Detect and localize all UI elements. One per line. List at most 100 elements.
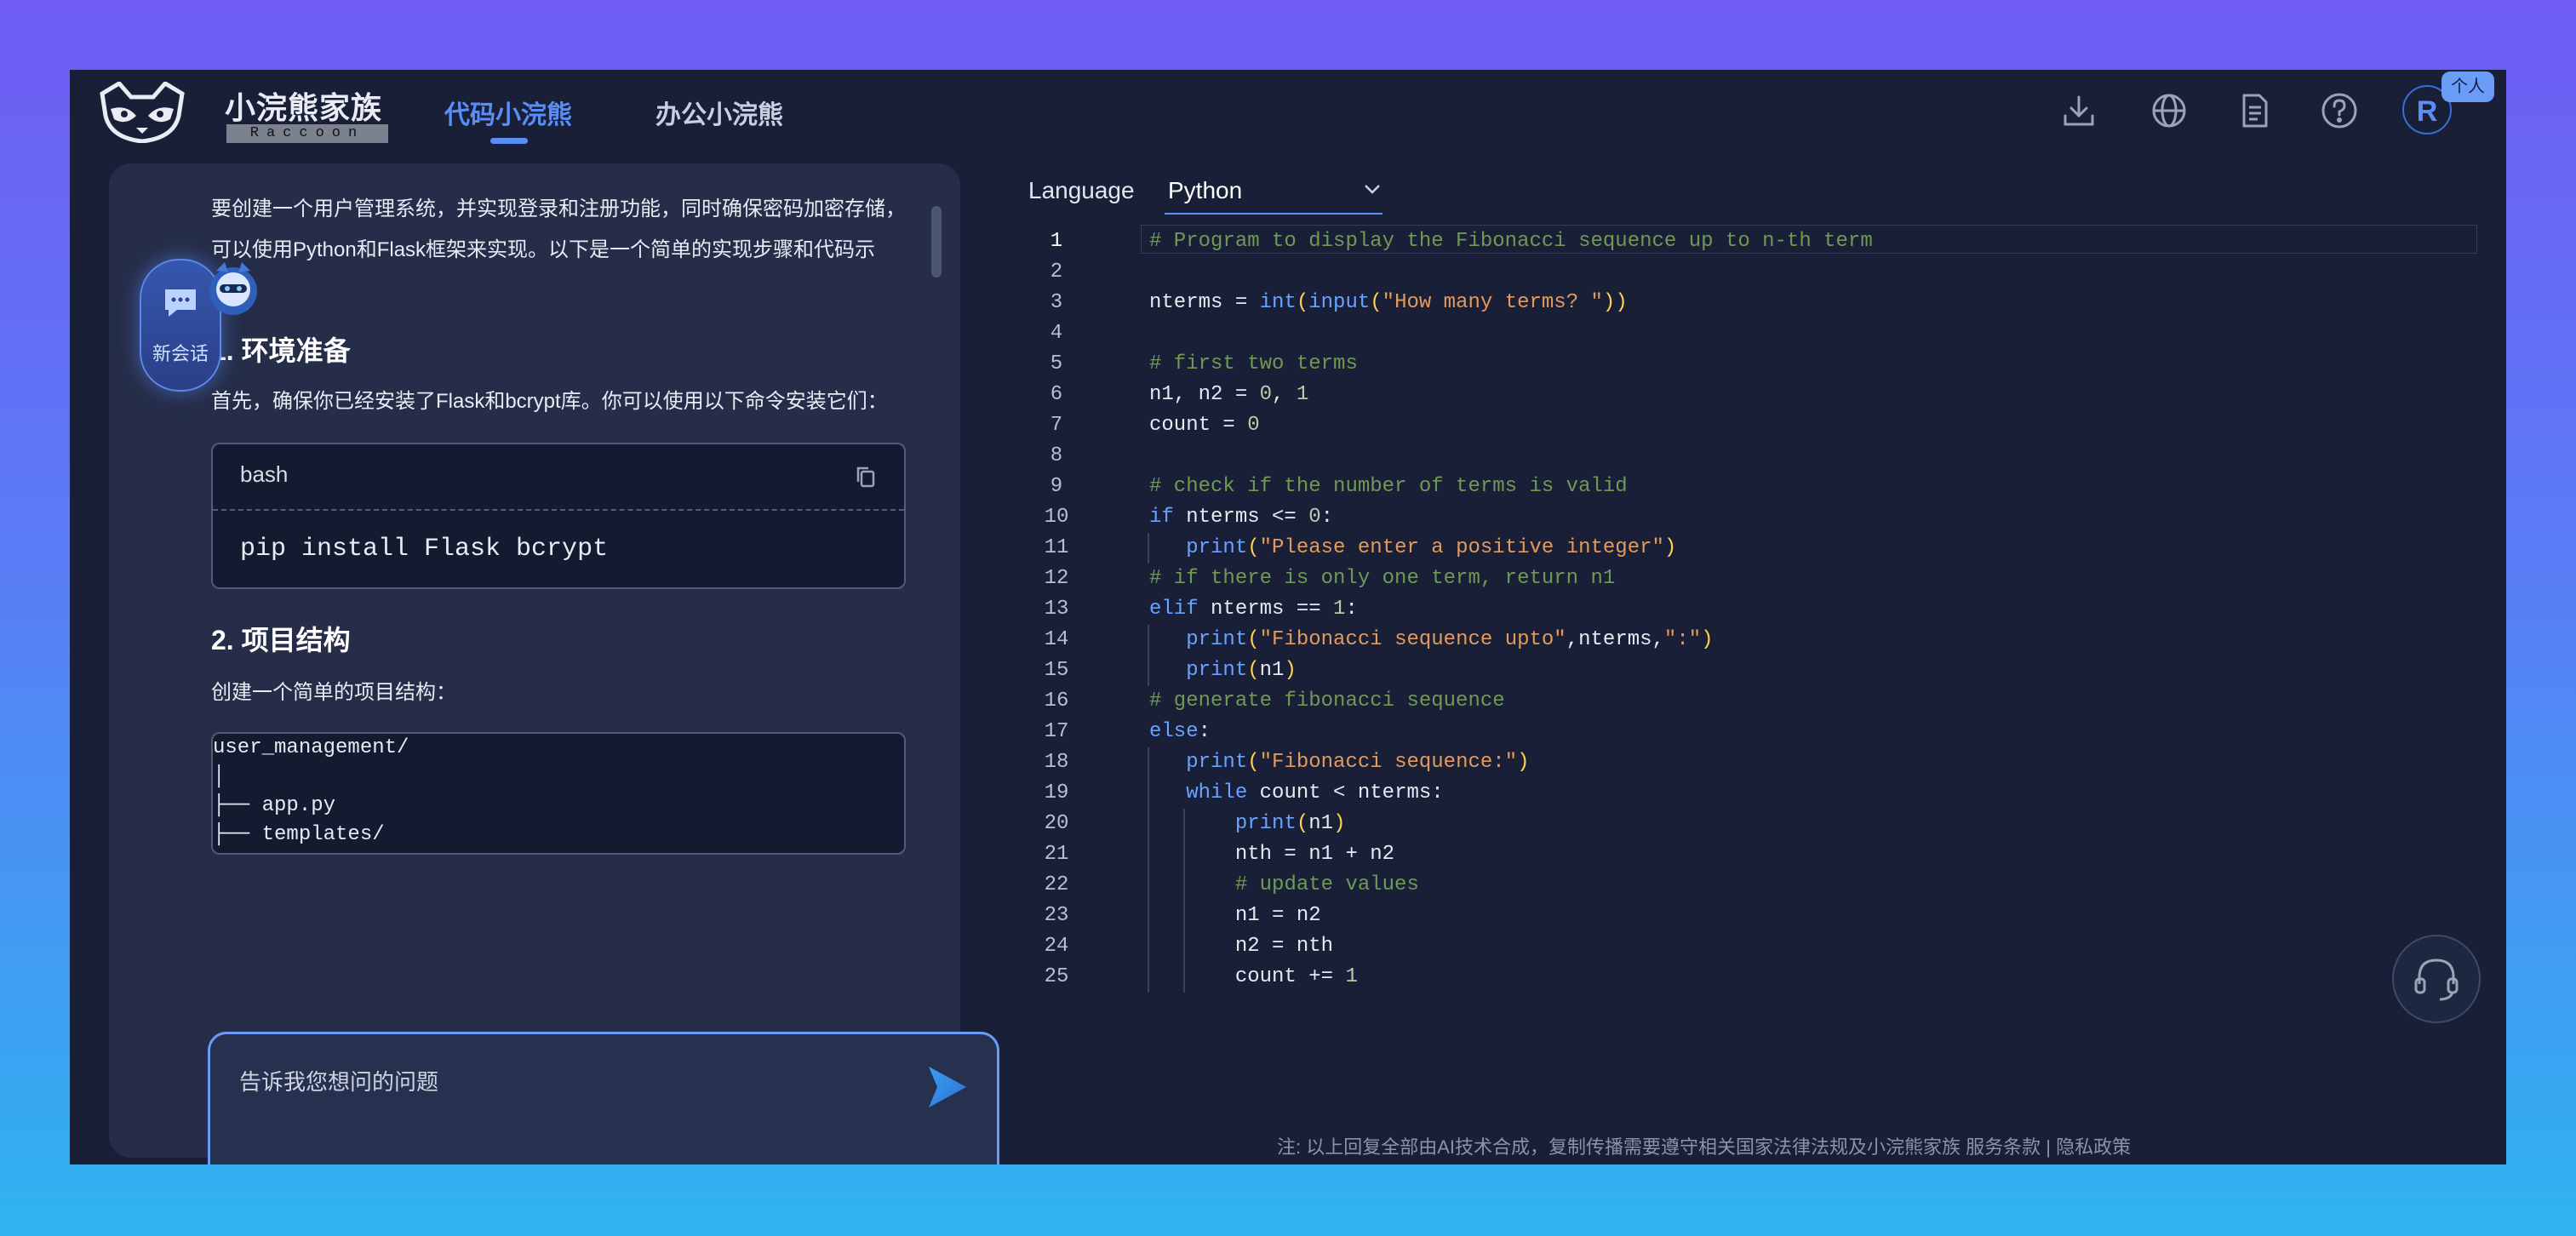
line-number: 10 <box>1044 506 1069 529</box>
line-number: 11 <box>1044 536 1069 559</box>
send-icon[interactable] <box>925 1063 970 1111</box>
code-text: # Program to display the Fibonacci seque… <box>1149 230 1873 253</box>
line-number: 1 <box>1050 230 1063 253</box>
line-number: 8 <box>1050 444 1063 467</box>
code-block-header: bash <box>213 444 904 511</box>
code-text: nth = n1 + n2 <box>1149 843 1395 866</box>
line-number: 15 <box>1044 659 1069 682</box>
code-line[interactable]: 6 n1, n2 = 0, 1 <box>1006 380 2487 410</box>
tree-line: ├── templates/ <box>213 823 385 846</box>
help-icon[interactable] <box>2317 89 2361 133</box>
line-number: 7 <box>1050 414 1063 437</box>
indent-guide <box>1148 533 1149 564</box>
answer-intro: 要创建一个用户管理系统，并实现登录和注册功能，同时确保密码加密存储，可以使用Py… <box>211 197 906 302</box>
code-line[interactable]: 1 # Program to display the Fibonacci sequ… <box>1006 225 2487 257</box>
line-number: 14 <box>1044 628 1069 651</box>
download-icon[interactable] <box>2057 89 2101 133</box>
code-line[interactable]: 23 n1 = n2 <box>1006 901 2487 931</box>
code-line[interactable]: 11 print("Please enter a positive intege… <box>1006 533 2487 564</box>
top-header: 小浣熊家族 Raccoon 代码小浣熊 办公小浣熊 R 个人 <box>70 70 2506 152</box>
brand-logo[interactable]: 小浣熊家族 Raccoon <box>95 82 388 143</box>
bash-code-block: bash pip install Flask bcrypt <box>211 443 906 589</box>
code-line[interactable]: 24 n2 = nth <box>1006 931 2487 962</box>
section-heading-structure: 2. 项目结构 <box>211 625 351 655</box>
new-chat-label: 新会话 <box>152 343 209 364</box>
code-text: # if there is only one term, return n1 <box>1149 567 1616 590</box>
code-text: else: <box>1149 720 1211 743</box>
app-window: 小浣熊家族 Raccoon 代码小浣熊 办公小浣熊 R 个人 要创建一个用户管理… <box>70 70 2506 1164</box>
brand-name-en: Raccoon <box>226 124 388 143</box>
code-text: count += 1 <box>1149 965 1358 988</box>
code-line[interactable]: 20 print(n1) <box>1006 809 2487 839</box>
line-number: 19 <box>1044 781 1069 804</box>
line-number: 22 <box>1044 873 1069 896</box>
code-text: # check if the number of terms is valid <box>1149 475 1628 498</box>
code-line[interactable]: 2 <box>1006 257 2487 288</box>
chat-bubble-icon <box>165 289 196 317</box>
tree-line: │ <box>213 765 226 788</box>
code-line[interactable]: 17 else: <box>1006 717 2487 747</box>
customer-support-button[interactable] <box>2392 935 2481 1023</box>
code-language-label: bash <box>240 461 289 487</box>
chat-scrollbar[interactable] <box>931 206 942 278</box>
code-editor[interactable]: 1 # Program to display the Fibonacci sequ… <box>1006 225 2487 993</box>
line-number: 25 <box>1044 965 1069 988</box>
code-line[interactable]: 4 <box>1006 318 2487 349</box>
code-text: elif nterms == 1: <box>1149 598 1358 621</box>
bash-code: pip install Flask bcrypt <box>240 535 609 564</box>
tree-line: ├── app.py <box>213 794 336 817</box>
tab-code-raccoon[interactable]: 代码小浣熊 <box>444 94 572 131</box>
chat-message: 要创建一个用户管理系统，并实现登录和注册功能，同时确保密码加密存储，可以使用Py… <box>211 189 906 930</box>
code-text: print("Please enter a positive integer") <box>1186 536 1677 559</box>
question-input[interactable]: 告诉我您想问的问题 <box>208 1032 999 1164</box>
line-number: 20 <box>1044 812 1069 835</box>
line-number: 18 <box>1044 751 1069 774</box>
language-select[interactable]: Python <box>1165 170 1382 215</box>
code-text: print("Fibonacci sequence:") <box>1186 751 1530 774</box>
code-line[interactable]: 16 # generate fibonacci sequence <box>1006 686 2487 717</box>
code-line[interactable]: 15 print(n1) <box>1006 655 2487 686</box>
code-line[interactable]: 13 elif nterms == 1: <box>1006 594 2487 625</box>
tab-office-raccoon[interactable]: 办公小浣熊 <box>655 94 783 131</box>
project-tree-block: user_management/ │ ├── app.py ├── templa… <box>211 732 906 855</box>
code-text: print(n1) <box>1186 659 1297 682</box>
code-line[interactable]: 8 <box>1006 441 2487 472</box>
document-icon[interactable] <box>2232 89 2276 133</box>
code-line[interactable]: 22 # update values <box>1006 870 2487 901</box>
code-text: nterms = int(input("How many terms? ")) <box>1149 291 1628 314</box>
code-line[interactable]: 10 if nterms <= 0: <box>1006 502 2487 533</box>
line-number: 16 <box>1044 690 1069 712</box>
indent-guide <box>1148 625 1149 686</box>
code-text: # update values <box>1234 873 1419 896</box>
line-number: 2 <box>1050 260 1063 283</box>
active-tab-indicator <box>490 138 528 144</box>
line-number: 9 <box>1050 475 1063 498</box>
code-line[interactable]: 21 nth = n1 + n2 <box>1006 839 2487 870</box>
code-text: n1 = n2 <box>1149 904 1321 927</box>
line-number: 23 <box>1044 904 1069 927</box>
headset-icon <box>2414 958 2459 1001</box>
code-line[interactable]: 12 # if there is only one term, return n1 <box>1006 564 2487 594</box>
raccoon-bot-avatar-icon <box>209 262 257 315</box>
tree-line: user_management/ <box>213 736 409 759</box>
line-number: 5 <box>1050 352 1063 375</box>
code-line[interactable]: 3 nterms = int(input("How many terms? ")) <box>1006 288 2487 318</box>
code-line[interactable]: 14 print("Fibonacci sequence upto",nterm… <box>1006 625 2487 655</box>
code-line[interactable]: 18 print("Fibonacci sequence:") <box>1006 747 2487 778</box>
code-line[interactable]: 19 while count < nterms: <box>1006 778 2487 809</box>
line-number: 24 <box>1044 935 1069 958</box>
section-heading-env: 1. 环境准备 <box>211 335 351 366</box>
code-line[interactable]: 25 count += 1 <box>1006 962 2487 993</box>
line-number: 12 <box>1044 567 1069 590</box>
code-text: while count < nterms: <box>1186 781 1444 804</box>
code-line[interactable]: 9 # check if the number of terms is valid <box>1006 472 2487 502</box>
code-line[interactable]: 5 # first two terms <box>1006 349 2487 380</box>
code-text: print(n1) <box>1234 812 1346 835</box>
answer-paragraph-2: 创建一个简单的项目结构： <box>211 681 456 704</box>
answer-paragraph-1: 首先，确保你已经安装了Flask和bcrypt库。你可以使用以下命令安装它们： <box>211 390 888 413</box>
copy-icon[interactable] <box>855 465 877 489</box>
code-text: # generate fibonacci sequence <box>1149 690 1505 712</box>
code-text: count = 0 <box>1149 414 1260 437</box>
code-line[interactable]: 7 count = 0 <box>1006 410 2487 441</box>
globe-icon[interactable] <box>2147 89 2191 133</box>
